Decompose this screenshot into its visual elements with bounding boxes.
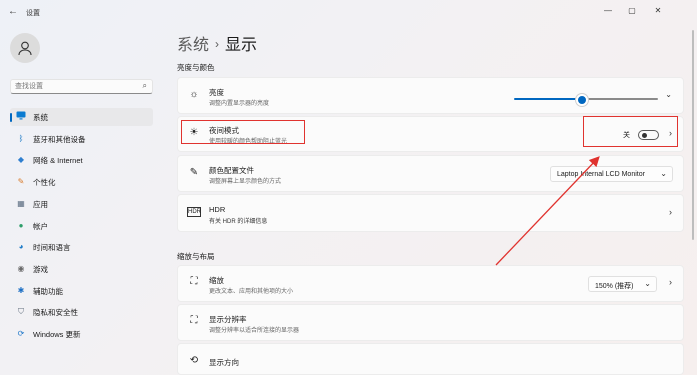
annotation-arrow [495,156,600,266]
